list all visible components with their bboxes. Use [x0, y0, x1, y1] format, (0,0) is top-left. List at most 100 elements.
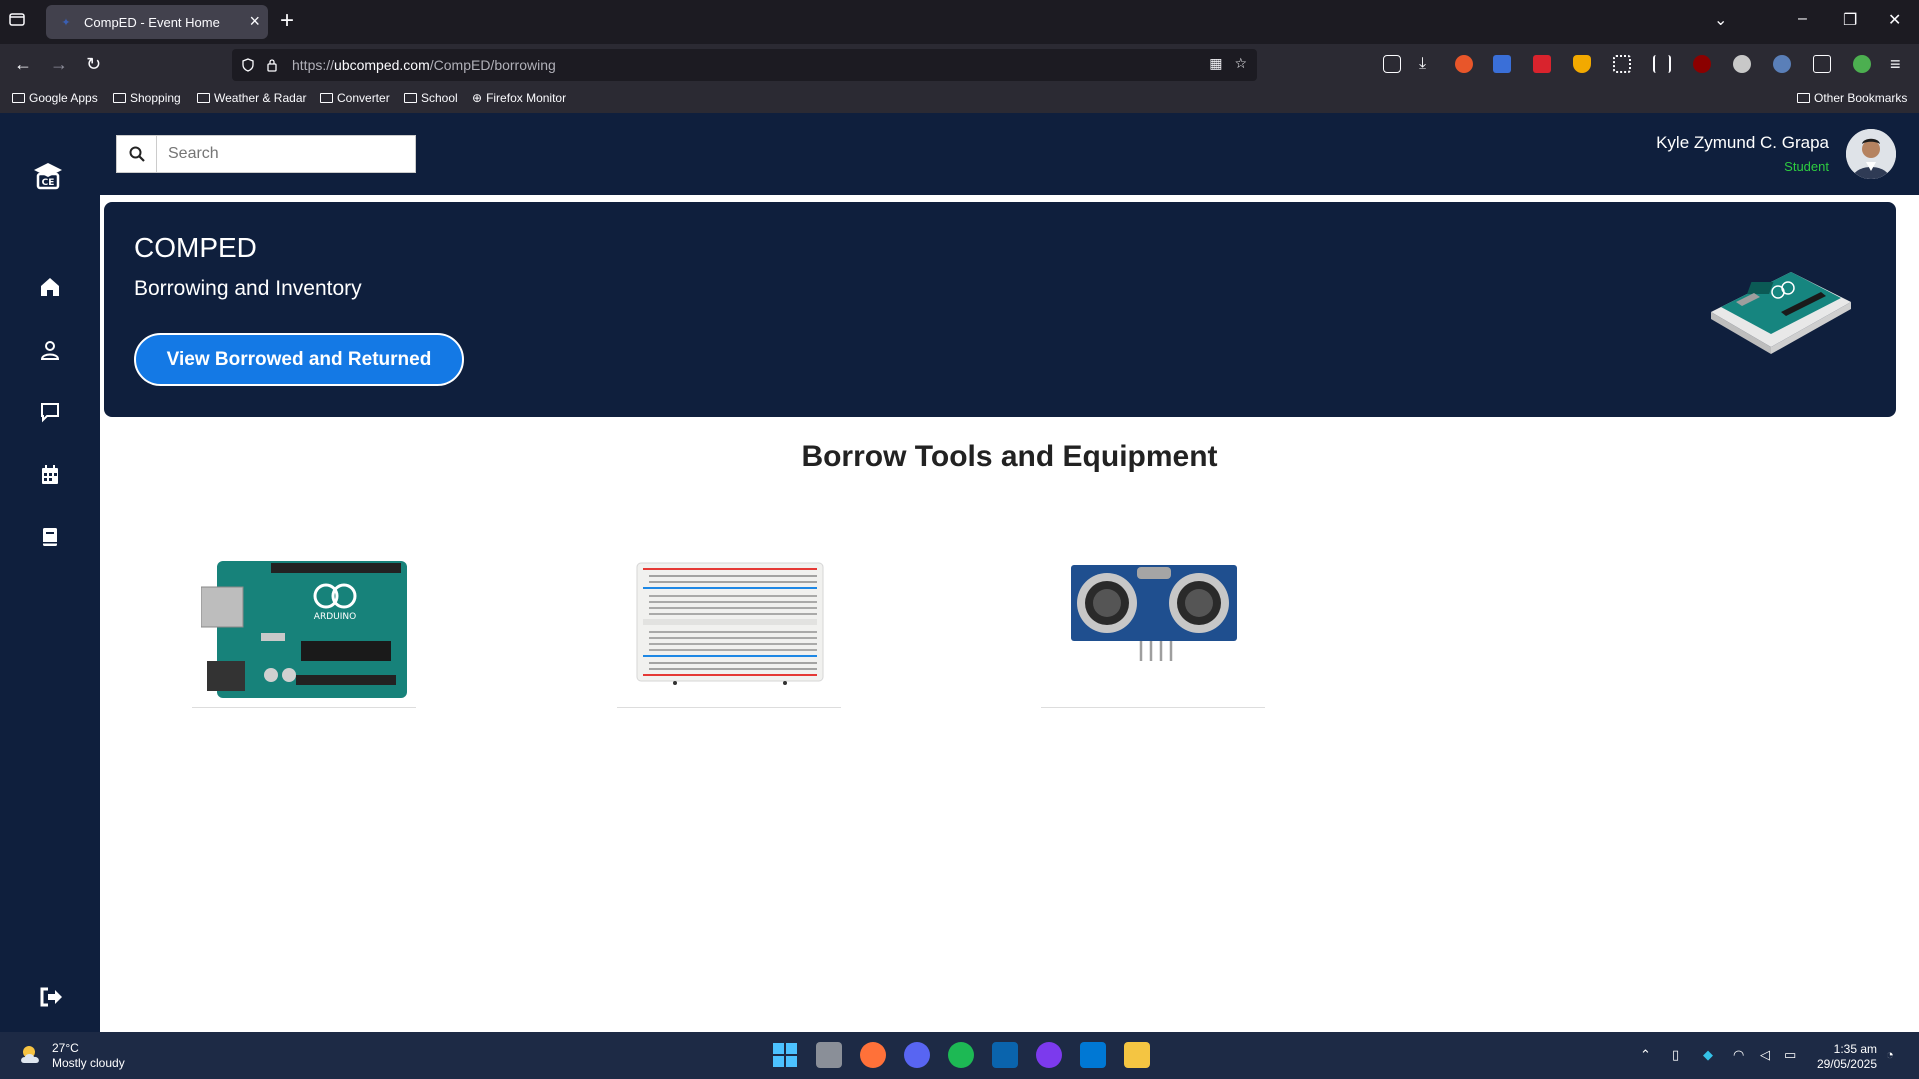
os-taskbar: 27°C Mostly cloudy ⌃ ▯ ◆ ◠ ◁ ▭ 1:35 am 2…: [0, 1032, 1919, 1079]
bookmark-folder[interactable]: Shopping: [113, 91, 181, 105]
equipment-card-ultrasonic-sensor[interactable]: [1041, 553, 1265, 708]
extension-brave-icon[interactable]: [1455, 55, 1473, 73]
extension-shield-icon[interactable]: [1573, 55, 1591, 73]
back-icon[interactable]: ←: [14, 53, 32, 75]
vscode-icon[interactable]: [1080, 1042, 1106, 1068]
downloads-icon[interactable]: ⤓: [1419, 53, 1426, 75]
user-profile-icon[interactable]: [38, 338, 62, 362]
spotify-icon[interactable]: [948, 1042, 974, 1068]
menu-hamburger-icon[interactable]: ≡: [1890, 53, 1901, 75]
view-borrowed-returned-button[interactable]: View Borrowed and Returned: [134, 333, 464, 386]
window-close-icon[interactable]: ✕: [1888, 10, 1901, 30]
discord-icon[interactable]: [904, 1042, 930, 1068]
folder-icon: [404, 93, 417, 103]
search-input[interactable]: [157, 136, 415, 172]
task-view-icon[interactable]: [816, 1042, 842, 1068]
pocket-icon[interactable]: [1383, 55, 1401, 73]
banner-subtitle: Borrowing and Inventory: [134, 277, 362, 300]
folder-icon: [113, 93, 126, 103]
bookmark-folder[interactable]: Weather & Radar: [197, 91, 307, 105]
minimize-icon[interactable]: –: [1798, 10, 1807, 28]
volume-icon[interactable]: ◁: [1760, 1047, 1770, 1063]
wifi-icon[interactable]: ◠: [1733, 1047, 1744, 1063]
tab-title: CompED - Event Home: [84, 14, 220, 30]
ultrasonic-sensor-image: [1071, 565, 1237, 661]
bookmark-label: Shopping: [130, 91, 181, 105]
svg-text:ARDUINO: ARDUINO: [314, 612, 356, 622]
bookmark-folder[interactable]: Converter: [320, 91, 390, 105]
cloudy-weather-icon: [21, 1046, 39, 1063]
url-bar[interactable]: https://ubcomped.com/CompED/borrowing ▦ …: [232, 49, 1257, 81]
clock-date: 29/05/2025: [1816, 1057, 1877, 1071]
avatar[interactable]: [1846, 129, 1896, 179]
browser-chrome: ✦ CompED - Event Home × + ⌄ – ❐ ✕ ← → ↻ …: [0, 0, 1919, 113]
reload-icon[interactable]: ↻: [86, 53, 101, 75]
sidebar: CE: [0, 113, 100, 1032]
extension-u-icon[interactable]: [1493, 55, 1511, 73]
bookmarks-bar: Google Apps Shopping Weather & Radar Con…: [0, 86, 1919, 113]
calendar-icon[interactable]: [38, 463, 62, 487]
github-desktop-icon[interactable]: [1036, 1042, 1062, 1068]
tab-strip: ✦ CompED - Event Home × + ⌄ – ❐ ✕: [0, 0, 1919, 44]
qr-code-icon[interactable]: ▦: [1209, 55, 1222, 72]
site-favicon-icon: ✦: [61, 16, 71, 29]
globe-icon: ⊕: [472, 91, 483, 105]
extension-library-icon[interactable]: [1653, 55, 1671, 73]
extension-green-icon[interactable]: [1853, 55, 1871, 73]
shield-icon[interactable]: [240, 57, 256, 73]
equipment-card-arduino[interactable]: ARDUINO: [192, 553, 416, 708]
active-tab[interactable]: ✦ CompED - Event Home ×: [46, 5, 268, 39]
bookmark-link[interactable]: ⊕ Firefox Monitor: [472, 91, 566, 105]
restore-icon[interactable]: ❐: [1843, 10, 1857, 30]
windows-start-icon[interactable]: [772, 1042, 798, 1068]
ublock-icon[interactable]: [1693, 55, 1711, 73]
usb-icon[interactable]: ▯: [1672, 1047, 1679, 1063]
file-explorer-icon[interactable]: [1124, 1042, 1150, 1068]
comped-logo-icon[interactable]: CE: [30, 158, 66, 194]
arduino-uno-image: ARDUINO: [201, 561, 407, 698]
tray-chevron-up-icon[interactable]: ⌃: [1640, 1047, 1651, 1063]
weather-description: Mostly cloudy: [52, 1056, 125, 1070]
bookmark-label: Weather & Radar: [214, 91, 307, 105]
url-text[interactable]: https://ubcomped.com/CompED/borrowing: [292, 57, 556, 73]
weather-widget[interactable]: 27°C Mostly cloudy: [18, 1041, 125, 1071]
folder-icon: [1797, 93, 1810, 103]
bookmark-label: School: [421, 91, 458, 105]
battery-icon[interactable]: ▭: [1784, 1047, 1796, 1063]
bookmark-label: Other Bookmarks: [1814, 91, 1908, 105]
lock-icon[interactable]: [264, 57, 280, 73]
new-tab-icon[interactable]: +: [280, 8, 294, 34]
top-header: Kyle Zymund C. Grapa Student: [100, 113, 1919, 195]
equipment-card-breadboard[interactable]: [617, 553, 841, 708]
extension-grid-icon[interactable]: [1613, 55, 1631, 73]
notifications-icon[interactable]: ◔: [1886, 1047, 1894, 1062]
hero-banner: COMPED Borrowing and Inventory View Borr…: [104, 202, 1896, 417]
banner-title: COMPED: [134, 232, 257, 263]
bookmark-folder[interactable]: School: [404, 91, 458, 105]
chevron-down-icon[interactable]: ⌄: [1714, 10, 1727, 30]
url-path: /CompED/borrowing: [429, 57, 556, 73]
firefox-icon[interactable]: [860, 1042, 886, 1068]
book-icon[interactable]: [38, 525, 62, 549]
bookmark-star-icon[interactable]: ☆: [1234, 55, 1247, 72]
extension-blue-icon[interactable]: [1773, 55, 1791, 73]
system-clock[interactable]: 1:35 am 29/05/2025: [1817, 1042, 1877, 1072]
chat-icon[interactable]: [38, 400, 62, 424]
user-role-badge: Student: [1784, 159, 1829, 174]
close-tab-icon[interactable]: ×: [249, 12, 260, 30]
outlook-icon[interactable]: [992, 1042, 1018, 1068]
url-prefix: https://: [292, 57, 335, 73]
clock-time: 1:35 am: [1833, 1042, 1877, 1056]
extension-red-icon[interactable]: [1533, 55, 1551, 73]
search-icon[interactable]: [117, 136, 157, 172]
home-icon[interactable]: [38, 275, 62, 299]
extension-gray-icon[interactable]: [1733, 55, 1751, 73]
app-root: CE Kyle Zymund C. Grapa Student: [0, 113, 1919, 1032]
bookmark-folder[interactable]: Google Apps: [12, 91, 98, 105]
defender-icon[interactable]: ◆: [1703, 1047, 1713, 1063]
forward-icon[interactable]: →: [50, 53, 68, 75]
extensions-puzzle-icon[interactable]: [1813, 55, 1831, 73]
logout-icon[interactable]: [38, 985, 62, 1009]
other-bookmarks[interactable]: Other Bookmarks: [1797, 91, 1907, 105]
tab-list-icon[interactable]: [8, 10, 32, 34]
